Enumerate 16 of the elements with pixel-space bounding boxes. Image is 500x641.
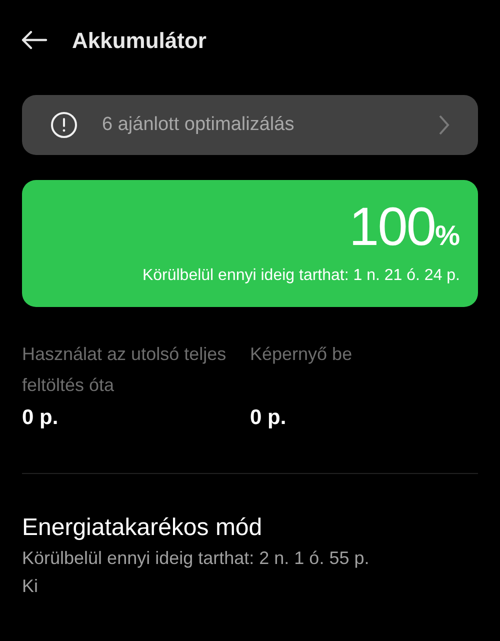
power-saving-title: Energiatakarékos mód [22,513,264,543]
power-saving-status: Ki [22,575,40,598]
power-saving-estimate: Körülbelül ennyi ideig tarthat: 2 n. 1 ó. 55 p. [22,547,370,570]
stat-value: 0 p. [22,405,60,431]
stat-label: Használat az utolsó teljes feltöltés óta [22,343,228,397]
battery-estimate: Körülbelül ennyi ideig tarthat: 1 n. 21 ó. 24 p. [142,266,460,286]
back-arrow-icon [20,30,48,50]
page-title: Akkumulátor [72,26,206,54]
stat-label: Képernyő be [250,343,354,366]
stat-value: 0 p. [250,405,288,431]
alert-icon [50,111,78,139]
battery-percent: 100 [349,200,436,254]
chevron-right-icon [438,114,450,136]
optimization-card[interactable]: 6 ajánlott optimalizálás [22,95,478,155]
percent-unit: % [435,222,460,250]
optimization-label: 6 ajánlott optimalizálás [102,112,294,137]
